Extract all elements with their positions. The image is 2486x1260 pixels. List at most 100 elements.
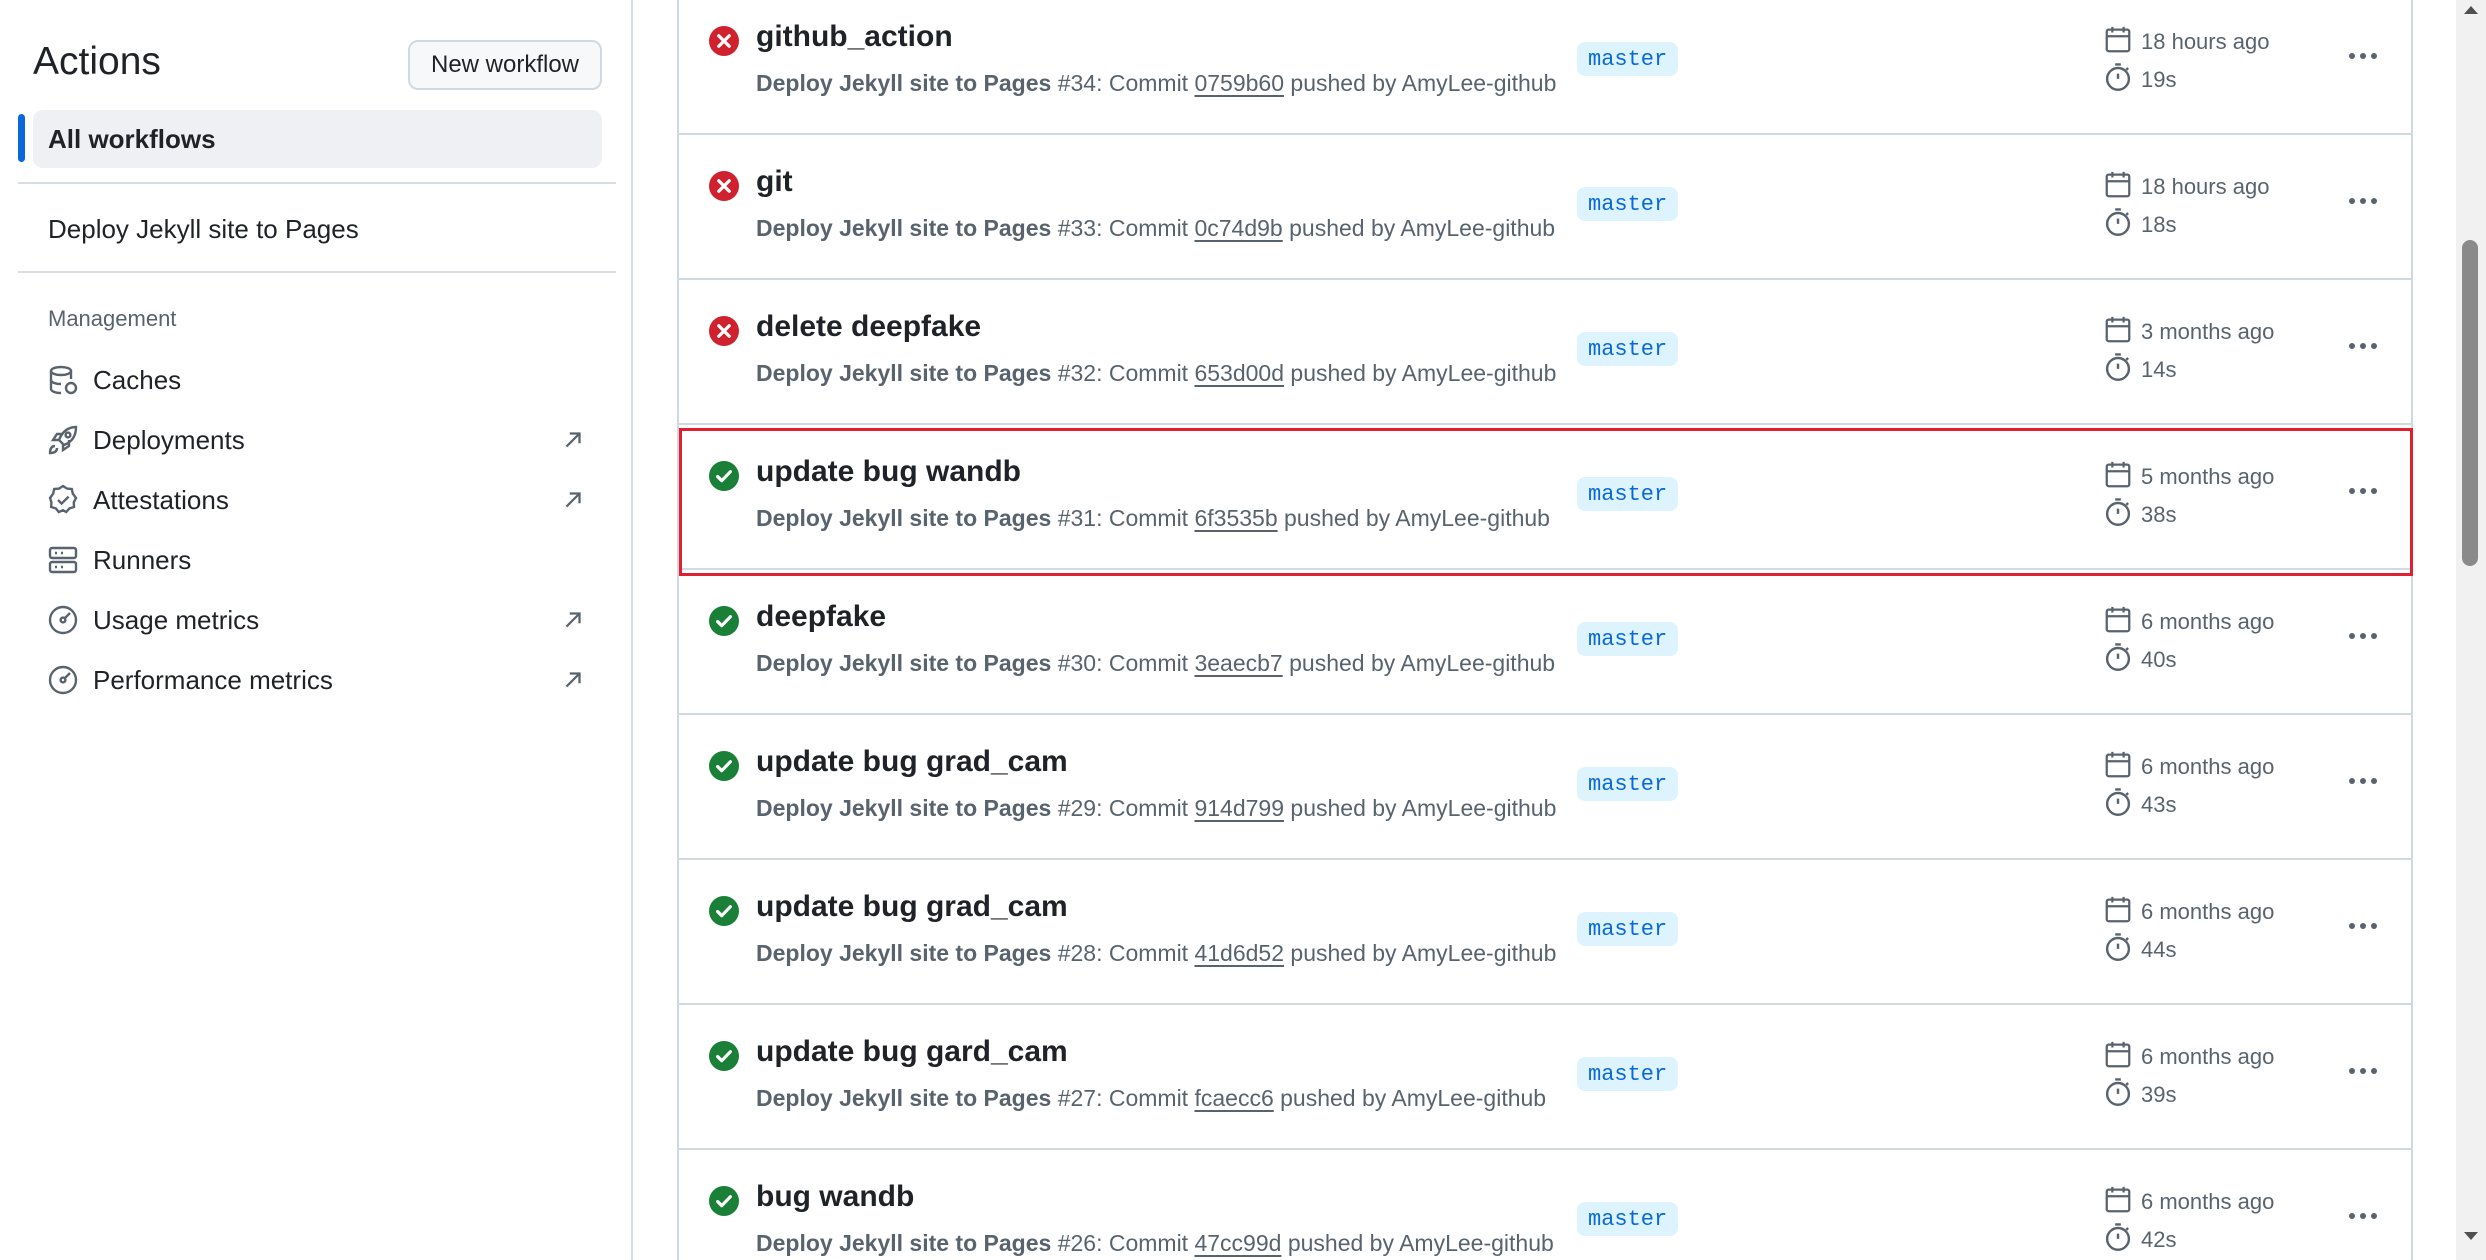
actor-name: AmyLee-github bbox=[1401, 70, 1557, 96]
kebab-menu-icon[interactable] bbox=[2341, 40, 2385, 72]
run-title-link[interactable]: update bug grad_cam bbox=[756, 745, 1068, 779]
commit-word: Commit bbox=[1108, 940, 1189, 966]
sidebar-item-all-workflows[interactable]: All workflows bbox=[33, 110, 602, 168]
run-meta: Deploy Jekyll site to Pages #29: Commit … bbox=[756, 795, 1557, 821]
run-title-link[interactable]: update bug wandb bbox=[756, 455, 1021, 489]
workflow-run-row[interactable]: bug wandb Deploy Jekyll site to Pages #26… bbox=[679, 1150, 2411, 1260]
branch-label[interactable]: master bbox=[1577, 767, 1679, 801]
sidebar-item-caches[interactable]: Caches bbox=[46, 360, 586, 400]
run-title-link[interactable]: delete deepfake bbox=[756, 310, 981, 344]
workflow-run-row[interactable]: update bug wandb Deploy Jekyll site to Pa… bbox=[679, 425, 2411, 570]
external-link-arrow-icon bbox=[565, 672, 581, 688]
run-title-link[interactable]: bug wandb bbox=[756, 1180, 914, 1214]
new-workflow-button[interactable]: New workflow bbox=[408, 40, 602, 90]
check-circle-fill-icon bbox=[709, 606, 739, 636]
workflow-name: Deploy Jekyll site to Pages bbox=[756, 795, 1052, 821]
workflow-run-row[interactable]: update bug gard_cam Deploy Jekyll site to… bbox=[679, 1005, 2411, 1150]
run-number: #34 bbox=[1057, 70, 1097, 96]
run-date-text: 18 hours ago bbox=[2141, 174, 2270, 199]
run-date: 5 months ago bbox=[2103, 459, 2274, 495]
external-link-arrow-icon bbox=[565, 612, 581, 628]
x-circle-fill-icon bbox=[709, 316, 739, 346]
commit-sha-link[interactable]: 0c74d9b bbox=[1194, 215, 1282, 241]
kebab-menu-icon[interactable] bbox=[2341, 185, 2385, 217]
run-meta: Deploy Jekyll site to Pages #28: Commit … bbox=[756, 940, 1557, 966]
branch-label[interactable]: master bbox=[1577, 42, 1679, 76]
branch-label[interactable]: master bbox=[1577, 622, 1679, 656]
branch-label[interactable]: master bbox=[1577, 187, 1679, 221]
commit-sha-link[interactable]: 41d6d52 bbox=[1194, 940, 1284, 966]
scrollbar-thumb[interactable] bbox=[2462, 240, 2478, 566]
sidebar-item-runners[interactable]: Runners bbox=[46, 540, 586, 580]
run-duration: 40s bbox=[2103, 642, 2176, 678]
sidebar-item-attestations[interactable]: Attestations bbox=[46, 480, 586, 520]
external-link-arrow-icon bbox=[565, 492, 581, 508]
run-title-link[interactable]: github_action bbox=[756, 20, 953, 54]
commit-sha-link[interactable]: 6f3535b bbox=[1194, 505, 1277, 531]
pushed-by-text: pushed by bbox=[1290, 70, 1397, 96]
run-duration-text: 43s bbox=[2141, 792, 2177, 817]
kebab-menu-icon[interactable] bbox=[2341, 1200, 2385, 1232]
branch-label[interactable]: master bbox=[1577, 1057, 1679, 1091]
run-title-link[interactable]: update bug grad_cam bbox=[756, 890, 1068, 924]
stopwatch-icon bbox=[2103, 1222, 2141, 1258]
run-date: 6 months ago bbox=[2103, 749, 2274, 785]
workflow-run-row[interactable]: delete deepfake Deploy Jekyll site to Pag… bbox=[679, 280, 2411, 425]
commit-sha-link[interactable]: fcaecc6 bbox=[1194, 1085, 1273, 1111]
run-duration: 43s bbox=[2103, 787, 2176, 823]
commit-sha-link[interactable]: 914d799 bbox=[1194, 795, 1284, 821]
sidebar-item-deployments[interactable]: Deployments bbox=[46, 420, 586, 460]
rocket-icon bbox=[46, 423, 80, 457]
kebab-menu-icon[interactable] bbox=[2341, 765, 2385, 797]
run-date-text: 5 months ago bbox=[2141, 464, 2275, 489]
commit-word: Commit bbox=[1108, 795, 1189, 821]
meter-icon bbox=[46, 663, 80, 697]
commit-sha-link[interactable]: 47cc99d bbox=[1194, 1230, 1281, 1256]
pushed-by-text: pushed by bbox=[1290, 940, 1397, 966]
stopwatch-icon bbox=[2103, 932, 2141, 968]
kebab-menu-icon[interactable] bbox=[2341, 475, 2385, 507]
scroll-up-arrow-icon[interactable] bbox=[2464, 6, 2478, 14]
sidebar-item-deploy-jekyll[interactable]: Deploy Jekyll site to Pages bbox=[48, 214, 359, 245]
run-date-text: 6 months ago bbox=[2141, 609, 2275, 634]
run-duration-text: 42s bbox=[2141, 1227, 2177, 1252]
scroll-down-arrow-icon[interactable] bbox=[2464, 1232, 2478, 1240]
commit-sha-link[interactable]: 653d00d bbox=[1194, 360, 1284, 386]
commit-sha-link[interactable]: 0759b60 bbox=[1194, 70, 1284, 96]
workflow-name: Deploy Jekyll site to Pages bbox=[756, 650, 1052, 676]
branch-label[interactable]: master bbox=[1577, 912, 1679, 946]
scrollbar[interactable] bbox=[2456, 0, 2486, 1260]
management-heading: Management bbox=[48, 306, 177, 331]
run-date: 18 hours ago bbox=[2103, 24, 2269, 60]
branch-label[interactable]: master bbox=[1577, 477, 1679, 511]
pushed-by-text: pushed by bbox=[1289, 215, 1396, 241]
workflow-run-row[interactable]: update bug grad_cam Deploy Jekyll site to… bbox=[679, 860, 2411, 1005]
run-title-link[interactable]: git bbox=[756, 165, 793, 199]
run-duration: 39s bbox=[2103, 1077, 2176, 1113]
kebab-menu-icon[interactable] bbox=[2341, 910, 2385, 942]
run-meta: Deploy Jekyll site to Pages #26: Commit … bbox=[756, 1230, 1554, 1256]
run-date-text: 6 months ago bbox=[2141, 899, 2275, 924]
workflow-run-row[interactable]: update bug grad_cam Deploy Jekyll site to… bbox=[679, 715, 2411, 860]
kebab-menu-icon[interactable] bbox=[2341, 330, 2385, 362]
commit-word: Commit bbox=[1108, 650, 1189, 676]
branch-label[interactable]: master bbox=[1577, 1202, 1679, 1236]
run-title-link[interactable]: deepfake bbox=[756, 600, 886, 634]
run-number: #28 bbox=[1057, 940, 1097, 966]
run-number: #33 bbox=[1057, 215, 1097, 241]
run-date: 6 months ago bbox=[2103, 1039, 2274, 1075]
kebab-menu-icon[interactable] bbox=[2341, 1055, 2385, 1087]
run-duration: 18s bbox=[2103, 207, 2176, 243]
sidebar-item-performance-metrics[interactable]: Performance metrics bbox=[46, 660, 586, 700]
kebab-menu-icon[interactable] bbox=[2341, 620, 2385, 652]
pushed-by-text: pushed by bbox=[1289, 650, 1396, 676]
run-title-link[interactable]: update bug gard_cam bbox=[756, 1035, 1068, 1069]
workflow-name: Deploy Jekyll site to Pages bbox=[756, 1230, 1052, 1256]
workflow-run-row[interactable]: git Deploy Jekyll site to Pages #33: Comm… bbox=[679, 135, 2411, 280]
workflow-run-row[interactable]: deepfake Deploy Jekyll site to Pages #30:… bbox=[679, 570, 2411, 715]
branch-label[interactable]: master bbox=[1577, 332, 1679, 366]
workflow-run-row[interactable]: github_action Deploy Jekyll site to Pages… bbox=[679, 0, 2411, 135]
run-duration-text: 39s bbox=[2141, 1082, 2177, 1107]
sidebar-item-usage-metrics[interactable]: Usage metrics bbox=[46, 600, 586, 640]
commit-sha-link[interactable]: 3eaecb7 bbox=[1194, 650, 1282, 676]
